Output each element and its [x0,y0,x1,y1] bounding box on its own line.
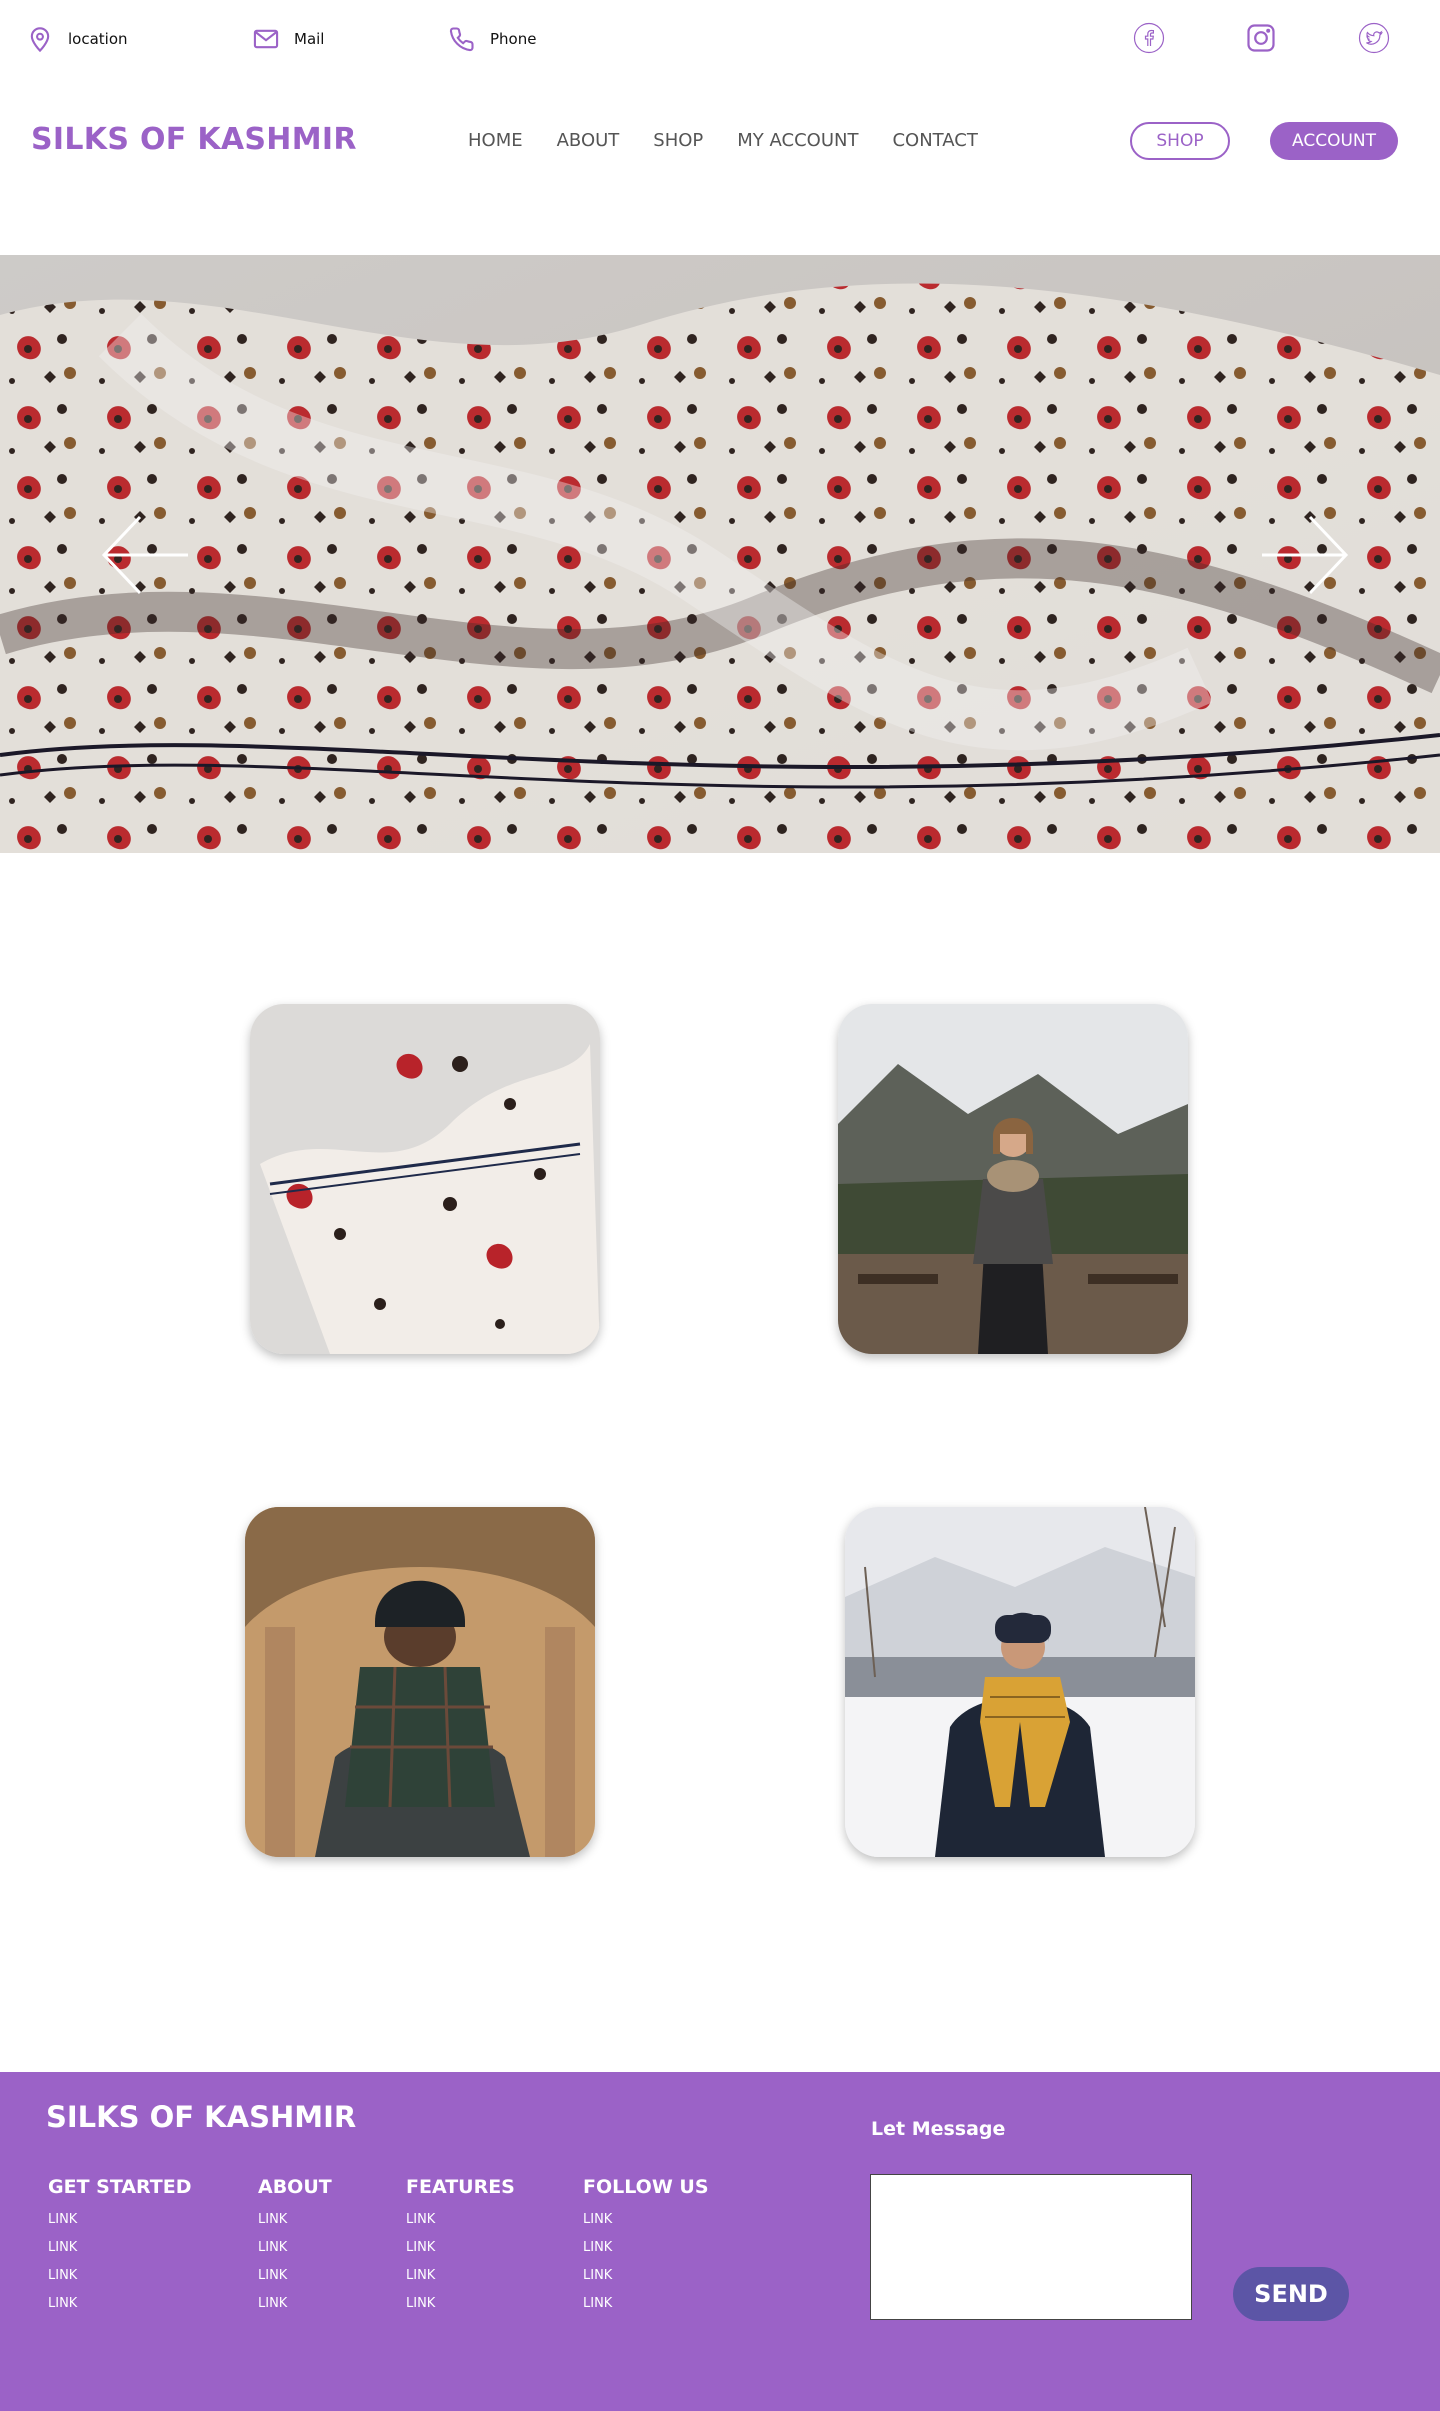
twitter-link[interactable] [1358,22,1390,54]
product-card-2[interactable] [838,1004,1188,1354]
product-card-3[interactable] [245,1507,595,1857]
shop-button[interactable]: SHOP [1130,122,1230,160]
twitter-icon [1358,22,1390,54]
woman-knit-scarf-mountains-image [838,1004,1188,1354]
mail-icon [253,29,279,49]
location-label: location [68,30,128,48]
facebook-link[interactable] [1133,22,1165,54]
carousel-next[interactable] [1258,509,1350,601]
account-button[interactable]: ACCOUNT [1270,122,1398,160]
footer-col-get-started: GET STARTED LINK LINK LINK LINK [48,2176,192,2324]
site-footer: SILKS OF KASHMIR GET STARTED LINK LINK L… [0,2072,1440,2411]
arrow-left-icon [101,515,188,595]
mail-label: Mail [294,30,325,48]
footer-link[interactable]: LINK [406,2296,515,2324]
main-nav: HOME ABOUT SHOP MY ACCOUNT CONTACT [468,130,1012,151]
footer-link[interactable]: LINK [406,2268,515,2296]
carousel-prev[interactable] [100,509,192,601]
facebook-icon [1133,22,1165,54]
footer-col-title: ABOUT [258,2176,332,2198]
footer-link[interactable]: LINK [583,2268,709,2296]
footer-link[interactable]: LINK [48,2240,192,2268]
location-contact[interactable]: location [26,24,128,54]
instagram-icon [1247,24,1275,52]
instagram-link[interactable] [1245,22,1277,54]
phone-icon [449,27,474,52]
footer-link[interactable]: LINK [48,2296,192,2324]
footer-link[interactable]: LINK [258,2212,332,2240]
footer-link[interactable]: LINK [583,2296,709,2324]
mail-contact[interactable]: Mail [252,24,324,54]
nav-contact[interactable]: CONTACT [892,130,977,151]
footer-col-features: FEATURES LINK LINK LINK LINK [406,2176,515,2324]
message-textarea[interactable] [870,2174,1192,2320]
footer-col-title: FOLLOW US [583,2176,709,2198]
footer-link[interactable]: LINK [258,2240,332,2268]
hero-scarf-image [0,255,1440,853]
nav-my-account[interactable]: MY ACCOUNT [737,130,858,151]
nav-about[interactable]: ABOUT [557,130,620,151]
folded-paisley-scarf-image [250,1004,600,1354]
man-plaid-scarf-image [245,1507,595,1857]
nav-home[interactable]: HOME [468,130,523,151]
send-button[interactable]: SEND [1233,2267,1349,2321]
phone-contact[interactable]: Phone [448,24,536,54]
product-card-4[interactable] [845,1507,1195,1857]
contact-bar: location Mail Phone [0,0,1440,78]
footer-link[interactable]: LINK [48,2268,192,2296]
footer-col-title: FEATURES [406,2176,515,2198]
brand-logo[interactable]: SILKS OF KASHMIR [31,122,357,157]
footer-link[interactable]: LINK [258,2296,332,2324]
hero-carousel [0,255,1440,853]
footer-link[interactable]: LINK [406,2212,515,2240]
arrow-right-icon [1262,515,1349,595]
message-label: Let Message [871,2118,1006,2140]
footer-brand[interactable]: SILKS OF KASHMIR [46,2100,356,2134]
footer-link[interactable]: LINK [406,2240,515,2268]
phone-label: Phone [490,30,537,48]
footer-col-about: ABOUT LINK LINK LINK LINK [258,2176,332,2324]
footer-link[interactable]: LINK [583,2240,709,2268]
footer-link[interactable]: LINK [258,2268,332,2296]
footer-col-follow-us: FOLLOW US LINK LINK LINK LINK [583,2176,709,2324]
footer-link[interactable]: LINK [583,2212,709,2240]
product-card-1[interactable] [250,1004,600,1354]
woman-yellow-scarf-snow-image [845,1507,1195,1857]
footer-col-title: GET STARTED [48,2176,192,2198]
nav-shop[interactable]: SHOP [653,130,703,151]
location-pin-icon [30,27,50,53]
footer-link[interactable]: LINK [48,2212,192,2240]
